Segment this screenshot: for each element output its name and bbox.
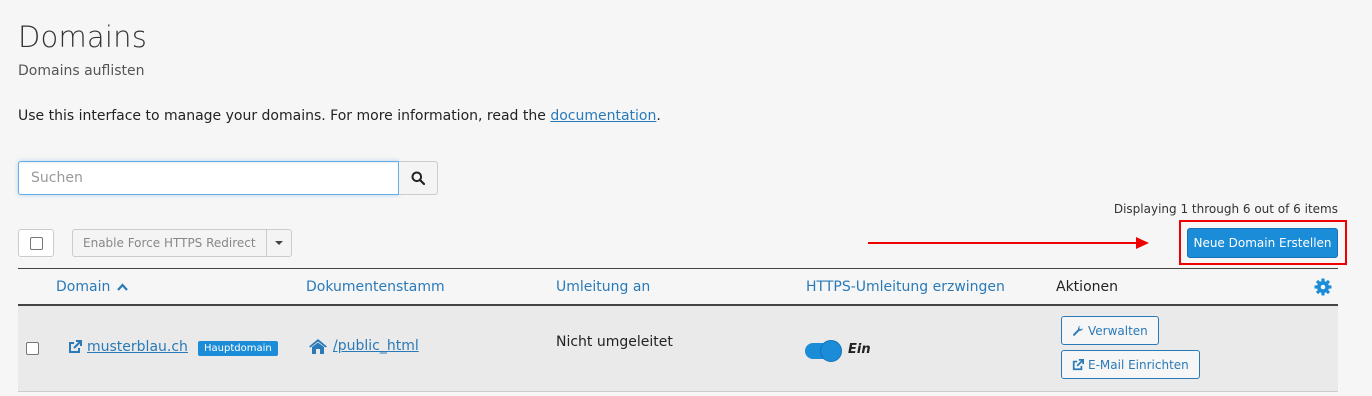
column-actions: Aktionen (1056, 279, 1118, 295)
create-domain-button[interactable]: Neue Domain Erstellen (1187, 228, 1338, 258)
external-link-icon (1072, 358, 1084, 370)
bulk-action-dropdown[interactable] (266, 229, 292, 257)
docroot-path: /public_html (333, 338, 419, 354)
domain-link[interactable]: musterblau.ch (68, 339, 188, 355)
pagination-summary: Displaying 1 through 6 out of 6 items (1113, 202, 1338, 216)
domains-table: Domain Dokumentenstamm Umleitung an HTTP… (18, 268, 1338, 392)
bulk-action-group: Enable Force HTTPS Redirect (72, 229, 292, 257)
page-subtitle: Domains auflisten (18, 63, 145, 79)
docroot-link[interactable]: /public_html (308, 338, 419, 354)
annotation-arrow-head (1136, 237, 1149, 249)
search-button[interactable] (399, 161, 438, 195)
intro-text: Use this interface to manage your domain… (18, 108, 661, 124)
documentation-link[interactable]: documentation (550, 108, 656, 124)
table-header: Domain Dokumentenstamm Umleitung an HTTP… (18, 268, 1338, 306)
enable-force-https-button[interactable]: Enable Force HTTPS Redirect (72, 229, 267, 257)
wrench-icon (1073, 325, 1083, 336)
search-icon (411, 171, 426, 185)
column-redirect[interactable]: Umleitung an (556, 279, 650, 295)
email-setup-button-label: E-Mail Einrichten (1088, 357, 1189, 372)
manage-button-label: Verwalten (1088, 323, 1148, 338)
annotation-arrow (868, 242, 1144, 244)
table-row: musterblau.ch Hauptdomain /public_html N… (18, 306, 1338, 392)
chevron-up-icon (116, 283, 128, 291)
checkbox[interactable] (29, 236, 43, 250)
main-domain-badge: Hauptdomain (198, 341, 278, 356)
search-input[interactable] (18, 161, 400, 195)
caret-down-icon (274, 241, 283, 245)
column-https[interactable]: HTTPS-Umleitung erzwingen (806, 279, 1005, 295)
intro-text-end: . (656, 108, 661, 124)
select-all-checkbox[interactable] (18, 229, 54, 257)
intro-text-body: Use this interface to manage your domain… (18, 108, 551, 124)
gear-icon[interactable] (1314, 278, 1332, 296)
row-checkbox[interactable] (26, 342, 39, 355)
redirect-status: Nicht umgeleitet (556, 334, 673, 350)
https-redirect-toggle[interactable] (805, 340, 842, 362)
external-link-icon (69, 340, 82, 353)
email-setup-button[interactable]: E-Mail Einrichten (1061, 350, 1200, 379)
search-bar (18, 161, 438, 195)
manage-button[interactable]: Verwalten (1061, 316, 1159, 345)
home-icon (309, 339, 327, 354)
column-domain-label: Domain (56, 279, 111, 295)
column-docroot[interactable]: Dokumentenstamm (306, 279, 445, 295)
page-title: Domains (18, 20, 148, 54)
column-domain[interactable]: Domain (56, 279, 128, 295)
domain-name: musterblau.ch (87, 339, 188, 355)
https-toggle-label: Ein (848, 342, 871, 357)
